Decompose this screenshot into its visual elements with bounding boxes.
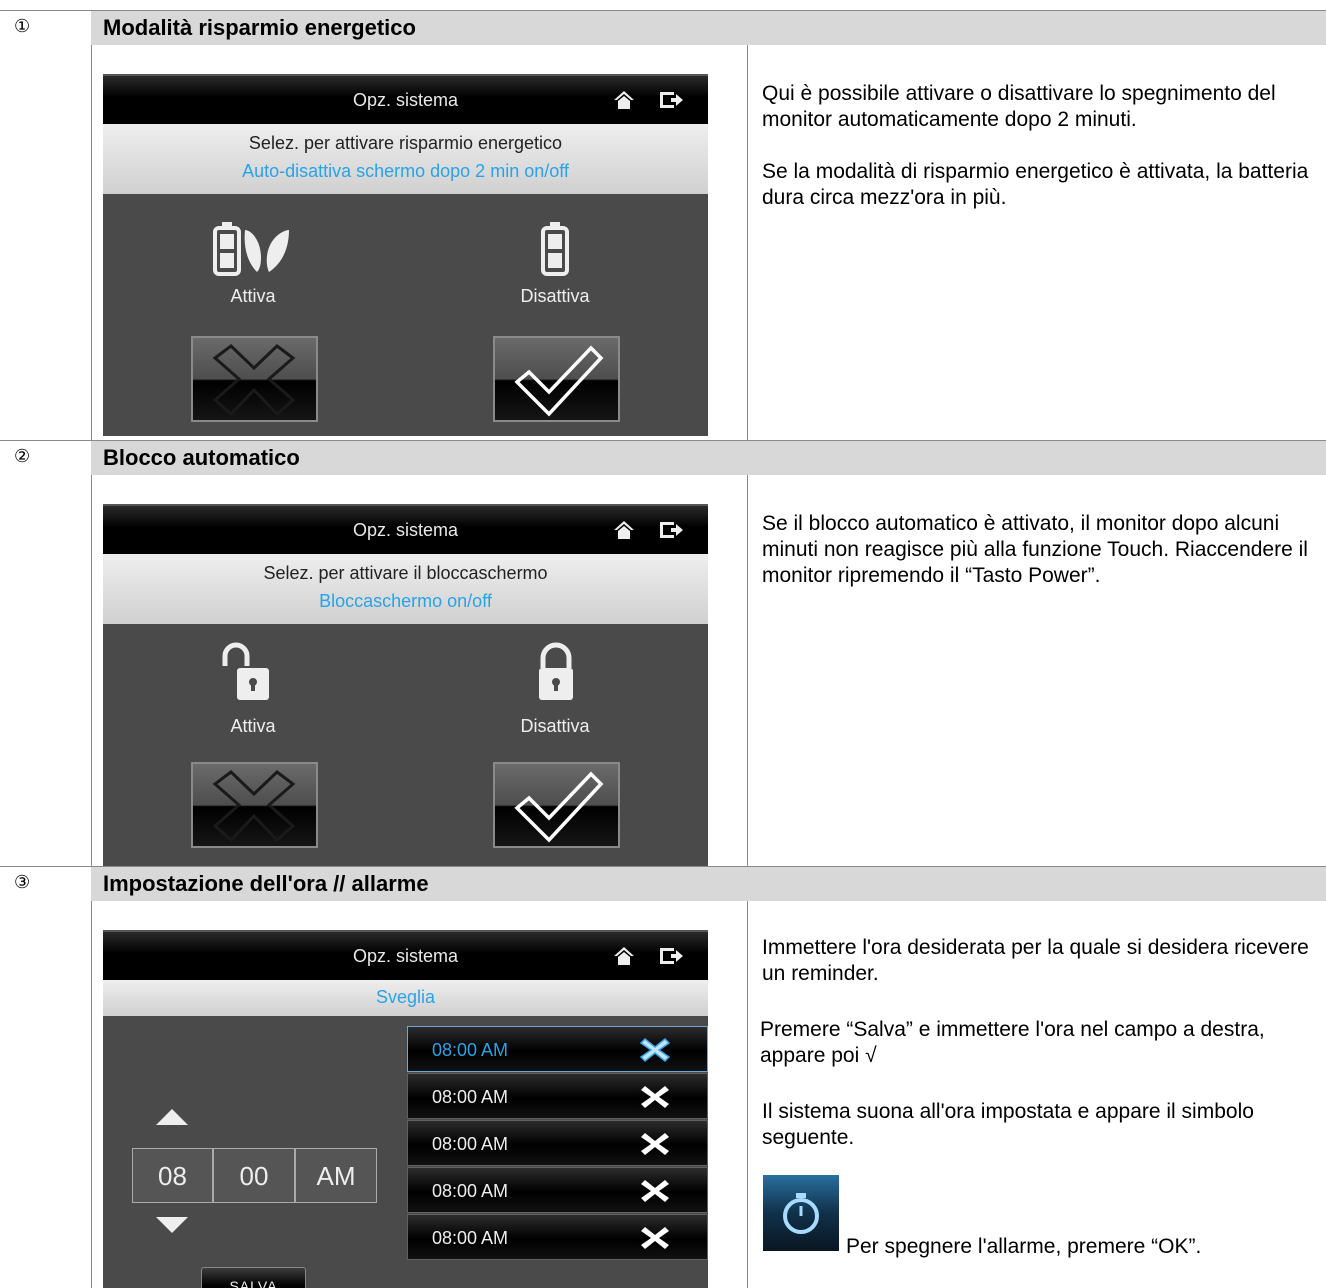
checkmark-icon (514, 771, 604, 843)
alarm-row[interactable]: 08:00 AM (407, 1120, 708, 1166)
instruction-text: Selez. per attivare risparmio energetico (248, 133, 563, 153)
locked-padlock-icon[interactable] (534, 642, 578, 704)
alarm-time: 08:00 AM (432, 1181, 509, 1201)
table-rule (91, 10, 92, 1288)
title-bar: Opz. sistema (103, 504, 708, 554)
cancel-button[interactable] (191, 762, 318, 848)
delete-icon[interactable] (639, 1176, 671, 1206)
section-number: ① (14, 16, 31, 36)
description-paragraph: Il sistema suona all'ora impostata e app… (762, 1100, 1254, 1149)
section-title: Modalità risparmio energetico (91, 11, 1326, 45)
alarm-time: 08:00 AM (432, 1134, 509, 1154)
alarm-row[interactable]: 08:00 AM (407, 1214, 708, 1260)
title-bar: Opz. sistema (103, 930, 708, 980)
alarm-row[interactable]: 08:00 AM (407, 1167, 708, 1213)
setting-name: Auto-disattiva schermo dopo 2 min on/off (242, 161, 569, 181)
instruction-text: Selez. per attivare il bloccaschermo (263, 563, 548, 583)
alarm-row[interactable]: 08:00 AM (407, 1026, 708, 1072)
table-rule (747, 900, 748, 1288)
setting-name: Sveglia (375, 987, 436, 1007)
cancel-icon (212, 344, 296, 417)
section-number: ② (14, 446, 31, 466)
confirm-button[interactable] (493, 336, 620, 422)
battery-eco-icon[interactable] (213, 220, 293, 276)
info-band: Selez. per attivare il bloccaschermo Blo… (103, 554, 708, 624)
delete-icon[interactable] (639, 1035, 671, 1065)
section-number: ③ (14, 872, 31, 892)
alarm-timer-icon (763, 1175, 839, 1251)
home-icon[interactable] (612, 519, 636, 541)
info-band: Selez. per attivare risparmio energetico… (103, 124, 708, 194)
home-icon[interactable] (612, 945, 636, 967)
info-band: Sveglia (103, 980, 708, 1016)
minute-field[interactable]: 00 (213, 1148, 295, 1203)
alarm-time: 08:00 AM (432, 1040, 509, 1060)
delete-icon[interactable] (639, 1129, 671, 1159)
title-bar: Opz. sistema (103, 74, 708, 124)
description-paragraph: Se il blocco automatico è attivato, il m… (762, 512, 1308, 587)
section-description: Immettere l'ora desiderata per la quale … (760, 935, 1322, 1151)
device-screen: Opz. sistema Sveglia 08 00 AM SALVA 08:0… (103, 930, 708, 1288)
section-description: Qui è possibile attivare o disattivare l… (762, 81, 1322, 237)
setting-name: Bloccaschermo on/off (319, 591, 492, 611)
delete-icon[interactable] (639, 1082, 671, 1112)
save-button[interactable]: SALVA (201, 1267, 306, 1288)
description-paragraph: Se la modalità di risparmio energetico è… (762, 160, 1309, 209)
cancel-button[interactable] (191, 336, 318, 422)
back-icon[interactable] (658, 90, 684, 110)
section-title: Blocco automatico (91, 441, 1326, 475)
table-rule (747, 474, 748, 866)
device-screen: Opz. sistema Selez. per attivare risparm… (103, 74, 708, 436)
option-label-deactivate: Disattiva (520, 286, 590, 306)
section-title: Impostazione dell'ora // allarme (91, 867, 1326, 901)
confirm-button[interactable] (493, 762, 620, 848)
battery-icon[interactable] (540, 220, 570, 276)
arrow-down-icon[interactable] (155, 1216, 189, 1234)
alarm-time: 08:00 AM (432, 1087, 509, 1107)
option-label-deactivate: Disattiva (520, 716, 590, 736)
option-label-activate: Attiva (230, 716, 276, 736)
checkmark-icon (514, 345, 604, 417)
description-paragraph: Qui è possibile attivare o disattivare l… (762, 82, 1276, 131)
unlocked-padlock-icon[interactable] (221, 642, 271, 704)
device-screen: Opz. sistema Selez. per attivare il bloc… (103, 504, 708, 866)
alarm-time: 08:00 AM (432, 1228, 509, 1248)
cancel-icon (212, 770, 296, 843)
hour-field[interactable]: 08 (132, 1148, 213, 1203)
section-description: Se il blocco automatico è attivato, il m… (762, 511, 1322, 615)
table-rule (747, 44, 748, 440)
description-paragraph: Premere “Salva” e immettere l'ora nel ca… (760, 1018, 1265, 1067)
back-icon[interactable] (658, 520, 684, 540)
manual-page: ① Modalità risparmio energetico Opz. sis… (0, 0, 1326, 1288)
ampm-field[interactable]: AM (295, 1148, 377, 1203)
option-label-activate: Attiva (230, 286, 276, 306)
arrow-up-icon[interactable] (155, 1108, 189, 1126)
back-icon[interactable] (658, 946, 684, 966)
alarm-row[interactable]: 08:00 AM (407, 1073, 708, 1119)
delete-icon[interactable] (639, 1223, 671, 1253)
home-icon[interactable] (612, 89, 636, 111)
description-paragraph: Per spegnere l'allarme, premere “OK”. (846, 1235, 1202, 1258)
description-paragraph: Immettere l'ora desiderata per la quale … (762, 936, 1309, 985)
